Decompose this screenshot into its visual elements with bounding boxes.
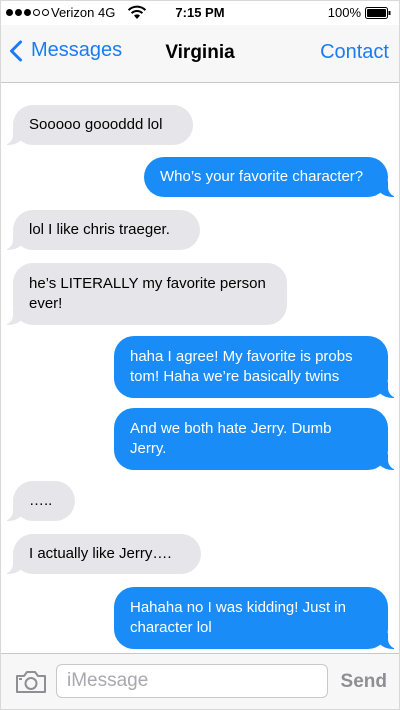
message-thread[interactable]: Sooooo goooddd lol Who’s your favorite c… <box>1 83 399 653</box>
message-bubble-incoming[interactable]: lol I like chris traeger. <box>3 210 200 250</box>
battery-percent: 100% <box>327 5 361 20</box>
message-text: lol I like chris traeger. <box>29 221 170 238</box>
message-bubble-incoming[interactable]: I actually like Jerry…. <box>3 534 201 574</box>
compose-bar: Send <box>1 653 399 709</box>
contact-button[interactable]: Contact <box>320 41 389 64</box>
back-button[interactable]: Messages <box>9 39 122 62</box>
camera-icon[interactable] <box>15 670 47 694</box>
message-bubble-outgoing[interactable]: Hahaha no I was kidding! Just in charact… <box>114 587 398 649</box>
send-button[interactable]: Send <box>341 671 387 693</box>
nav-bar: Messages Virginia Contact <box>1 25 399 83</box>
message-input[interactable] <box>56 664 328 698</box>
message-text: ….. <box>29 492 53 509</box>
status-bar: Verizon 4G 7:15 PM 100% <box>1 1 399 25</box>
message-text: And we both hate Jerry. Dumb Jerry. <box>130 420 332 457</box>
message-bubble-incoming[interactable]: he’s LITERALLY my favorite person ever! <box>3 263 287 325</box>
message-text: Sooooo goooddd lol <box>29 116 163 133</box>
message-text: Hahaha no I was kidding! Just in charact… <box>130 599 346 636</box>
messages-screen: Verizon 4G 7:15 PM 100% Messages Virgini… <box>0 0 400 710</box>
back-label: Messages <box>31 39 123 61</box>
message-bubble-outgoing[interactable]: Who’s your favorite character? <box>144 157 398 197</box>
message-bubble-incoming[interactable]: ….. <box>3 481 75 521</box>
battery-icon <box>365 7 391 19</box>
message-bubble-incoming[interactable]: Sooooo goooddd lol <box>3 105 193 145</box>
chevron-left-icon <box>10 40 22 61</box>
message-text: haha I agree! My favorite is probs tom! … <box>130 348 353 385</box>
message-text: he’s LITERALLY my favorite person ever! <box>29 275 266 312</box>
message-text: I actually like Jerry…. <box>29 545 172 562</box>
message-bubble-outgoing[interactable]: haha I agree! My favorite is probs tom! … <box>114 336 398 398</box>
message-bubble-outgoing[interactable]: And we both hate Jerry. Dumb Jerry. <box>114 408 398 470</box>
message-text: Who’s your favorite character? <box>160 168 364 185</box>
